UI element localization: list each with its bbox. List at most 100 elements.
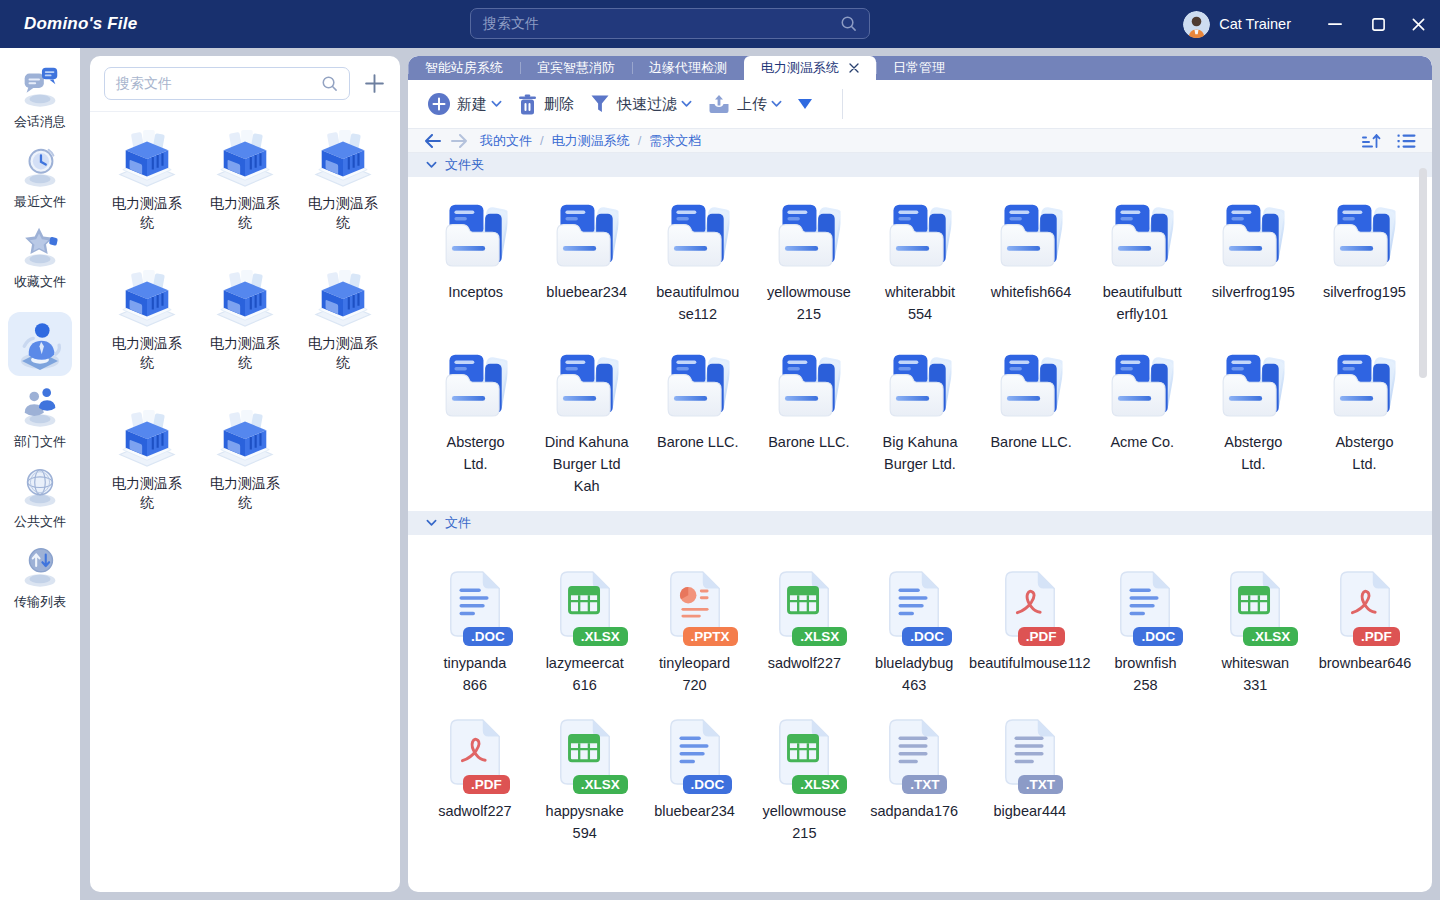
file-item[interactable]: .PPTX tinyleopard 720 — [640, 567, 750, 715]
tab-close-icon[interactable] — [849, 63, 859, 73]
tree-folder-item[interactable]: 电力测温系 统 — [98, 268, 196, 408]
folder-item[interactable]: Barone LLC. — [642, 353, 753, 503]
sidebar-item[interactable]: 会话消息 — [0, 64, 80, 144]
more-actions-button[interactable] — [798, 99, 812, 109]
file-icon-wrap: .XLSX — [554, 715, 616, 789]
folder-icon — [999, 353, 1063, 421]
file-icon-wrap: .DOC — [444, 567, 506, 641]
folder-item[interactable]: whitefish664 — [976, 203, 1087, 353]
tree-folder-item[interactable]: 电力测温系 统 — [196, 408, 294, 548]
file-icon-wrap: .PDF — [999, 567, 1061, 641]
file-item[interactable]: .XLSX whiteswan 331 — [1200, 567, 1310, 715]
file-item[interactable]: .PDF beautifulmouse112 — [969, 567, 1090, 715]
search-icon — [840, 15, 857, 32]
folder-item[interactable]: beautifulmou se112 — [642, 203, 753, 353]
folder-item[interactable]: Dind Kahuna Burger Ltd Kah — [531, 353, 642, 503]
file-item[interactable]: .XLSX yellowmouse 215 — [749, 715, 859, 863]
upload-button-label: 上传 — [737, 95, 767, 114]
folder-item[interactable]: Inceptos — [420, 203, 531, 353]
tree-folder-item[interactable]: 电力测温系 统 — [98, 408, 196, 548]
tab[interactable]: 日常管理 — [876, 56, 962, 80]
folder-item[interactable]: Barone LLC. — [753, 353, 864, 503]
folder-icon — [1110, 353, 1174, 421]
quick-filter-button[interactable]: 快速过滤 — [590, 94, 692, 114]
folder-item[interactable]: yellowmouse 215 — [753, 203, 864, 353]
folder-item[interactable]: Abstergo Ltd. — [420, 353, 531, 503]
folder-item[interactable]: silverfrog195 — [1198, 203, 1309, 353]
folder-item[interactable]: whiterabbit 554 — [864, 203, 975, 353]
tree-folder-item[interactable]: 电力测温系 统 — [294, 128, 392, 268]
folder-item[interactable]: Acme Co. — [1087, 353, 1198, 503]
file-item[interactable]: .XLSX sadwolf227 — [749, 567, 859, 715]
list-view-button[interactable] — [1397, 133, 1416, 149]
vertical-scrollbar[interactable] — [1419, 168, 1427, 378]
breadcrumb-item[interactable]: 需求文档 — [649, 132, 701, 150]
tab[interactable]: 宜宾智慧消防 — [520, 56, 632, 80]
sidebar-item[interactable]: 部门文件 — [0, 384, 80, 464]
project-folder-icon — [214, 408, 276, 468]
sidebar-item[interactable]: 收藏文件 — [0, 224, 80, 304]
new-button[interactable]: 新建 — [428, 93, 502, 115]
folder-item[interactable]: silverfrog195 — [1309, 203, 1420, 353]
folder-item[interactable]: Barone LLC. — [976, 353, 1087, 503]
file-item[interactable]: .PDF brownbear646 — [1310, 567, 1420, 715]
file-item[interactable]: .XLSX happysnake 594 — [530, 715, 640, 863]
folder-name: Barone LLC. — [768, 431, 849, 453]
triangle-down-icon — [798, 99, 812, 109]
file-icon-wrap: .XLSX — [1224, 567, 1286, 641]
file-item[interactable]: .DOC brownfish 258 — [1091, 567, 1201, 715]
folder-item[interactable]: Big Kahuna Burger Ltd. — [864, 353, 975, 503]
file-name: lazymeercat 616 — [546, 652, 624, 696]
tree-folder-item[interactable]: 电力测温系 统 — [196, 128, 294, 268]
tab[interactable]: 边缘代理检测 — [632, 56, 744, 80]
folders-section-header[interactable]: 文件夹 — [408, 153, 1432, 177]
sidebar-item[interactable] — [0, 304, 80, 384]
back-arrow-button[interactable] — [424, 134, 441, 148]
file-item[interactable]: .DOC bluebear234 — [640, 715, 750, 863]
folder-item[interactable]: bluebear234 — [531, 203, 642, 353]
tab[interactable]: 电力测温系统 — [744, 56, 876, 80]
tree-search-input[interactable]: 搜索文件 — [104, 67, 350, 100]
file-item[interactable]: .DOC blueladybug 463 — [859, 567, 969, 715]
tree-folder-item[interactable]: 电力测温系 统 — [196, 268, 294, 408]
file-item[interactable]: .XLSX lazymeercat 616 — [530, 567, 640, 715]
folder-name: beautifulbutt erfly101 — [1103, 281, 1182, 325]
folder-icon — [666, 353, 730, 421]
sidebar-item[interactable]: 最近文件 — [0, 144, 80, 224]
folder-name: Big Kahuna Burger Ltd. — [883, 431, 958, 475]
breadcrumb-item[interactable]: 我的文件 — [480, 132, 552, 150]
sidebar-item[interactable]: 传输列表 — [0, 544, 80, 624]
plus-icon — [364, 73, 385, 94]
folder-name: Abstergo Ltd. — [447, 431, 505, 475]
tree-folder-item[interactable]: 电力测温系 统 — [294, 268, 392, 408]
file-type-badge: .DOC — [902, 627, 952, 646]
folder-name: silverfrog195 — [1323, 281, 1406, 303]
file-item[interactable]: .TXT bigbear444 — [969, 715, 1090, 863]
breadcrumb-item[interactable]: 电力测温系统 — [552, 132, 650, 150]
file-item[interactable]: .DOC tinypanda 866 — [420, 567, 530, 715]
tree-folder-grid: 电力测温系 统 电力测温系 统 电力测温系 统 电力测温系 统 电力测温系 统 — [90, 112, 400, 548]
upload-button[interactable]: 上传 — [708, 94, 782, 114]
chevron-down-icon — [426, 161, 437, 169]
folder-item[interactable]: Abstergo Ltd. — [1198, 353, 1309, 503]
project-folder-icon — [214, 128, 276, 188]
titlebar-search-input[interactable]: 搜索文件 — [470, 8, 870, 39]
tree-folder-item[interactable]: 电力测温系 统 — [98, 128, 196, 268]
add-folder-button[interactable] — [362, 72, 386, 96]
sort-button[interactable] — [1361, 133, 1381, 149]
window-maximize-button[interactable] — [1370, 16, 1386, 32]
folder-item[interactable]: Abstergo Ltd. — [1309, 353, 1420, 503]
file-item[interactable]: .PDF sadwolf227 — [420, 715, 530, 863]
tab[interactable]: 智能站房系统 — [408, 56, 520, 80]
sidebar-item[interactable]: 公共文件 — [0, 464, 80, 544]
delete-button[interactable]: 删除 — [518, 94, 574, 115]
forward-arrow-button[interactable] — [451, 134, 468, 148]
project-folder-icon — [312, 128, 374, 188]
folder-item[interactable]: beautifulbutt erfly101 — [1087, 203, 1198, 353]
avatar[interactable] — [1183, 11, 1210, 38]
file-type-badge: .PDF — [1018, 627, 1065, 646]
files-section-header[interactable]: 文件 — [408, 511, 1432, 535]
window-minimize-button[interactable] — [1327, 16, 1343, 32]
file-item[interactable]: .TXT sadpanda176 — [859, 715, 969, 863]
window-close-button[interactable] — [1410, 16, 1426, 32]
